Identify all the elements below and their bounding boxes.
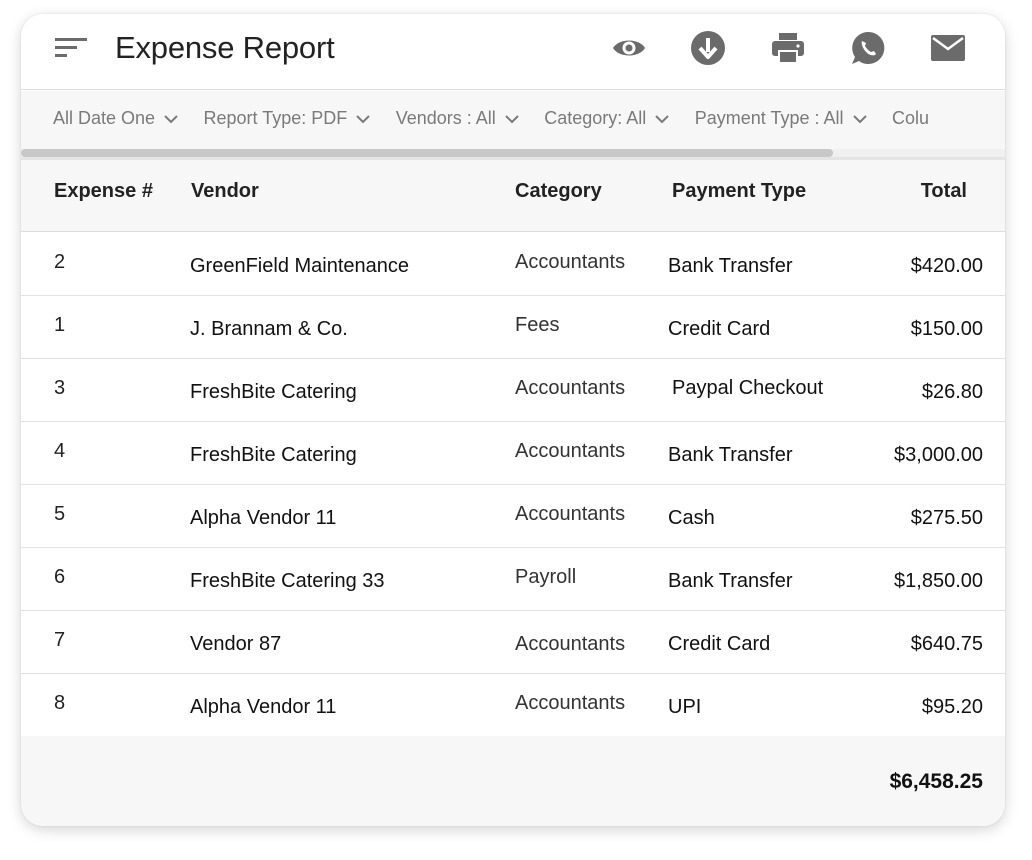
category: Accountants — [515, 440, 626, 462]
menu-icon[interactable] — [55, 36, 87, 60]
total: $26.80 — [921, 381, 983, 403]
print-icon[interactable] — [770, 30, 806, 66]
table-row[interactable]: 1 J. Brannam & Co. Fees Credit Card $150… — [21, 296, 1005, 359]
category: Fees — [515, 314, 560, 336]
vendor-name: FreshBite Catering — [190, 381, 357, 403]
payment-type: Bank Transfer — [668, 444, 793, 466]
payment-type: Bank Transfer — [668, 570, 793, 592]
vendor-name: GreenField Maintenance — [190, 255, 410, 277]
payment-type: Credit Card — [668, 318, 771, 340]
payment-type: Cash — [668, 507, 715, 529]
expense-number: 3 — [54, 377, 66, 399]
payment-type: Paypal Checkout — [672, 377, 824, 399]
total: $95.20 — [921, 696, 983, 718]
column-header-expense-number[interactable]: Expense # — [54, 180, 153, 203]
payment-type: UPI — [668, 696, 702, 718]
filter-columns[interactable]: Colu — [892, 108, 929, 129]
expense-number: 1 — [54, 314, 66, 336]
expense-number: 7 — [54, 629, 66, 651]
total: $150.00 — [910, 318, 983, 340]
table-row[interactable]: 4 FreshBite Catering Accountants Bank Tr… — [21, 422, 1005, 485]
category: Accountants — [515, 503, 626, 525]
chevron-down-icon — [655, 114, 670, 123]
column-header-payment-type[interactable]: Payment Type — [672, 180, 806, 203]
expense-number: 6 — [54, 566, 66, 588]
filter-payment-type-label: Payment Type : All — [694, 108, 844, 128]
category: Payroll — [515, 566, 577, 588]
expense-number: 8 — [54, 692, 66, 714]
horizontal-scrollbar-thumb[interactable] — [21, 149, 833, 157]
payment-type: Credit Card — [668, 633, 771, 655]
table-row[interactable]: 8 Alpha Vendor 11 Accountants UPI $95.20 — [21, 674, 1005, 737]
whatsapp-icon[interactable] — [850, 30, 886, 66]
chevron-down-icon — [505, 114, 519, 123]
chevron-down-icon — [164, 114, 178, 123]
expense-number: 5 — [54, 503, 66, 525]
filter-report-type-label: Report Type: PDF — [203, 108, 348, 128]
filter-payment-type[interactable]: Payment Type : All — [695, 108, 868, 129]
payment-type: Bank Transfer — [668, 255, 793, 277]
category: Accountants — [515, 377, 626, 399]
category: Accountants — [515, 251, 626, 273]
filter-category[interactable]: Category: All — [544, 108, 670, 129]
report-header: Expense Report — [21, 14, 1005, 90]
column-header-vendor[interactable]: Vendor — [191, 180, 259, 203]
column-header-category[interactable]: Category — [515, 180, 602, 203]
filter-list: All Date One Report Type: PDF Vendors : … — [53, 108, 949, 129]
filter-category-label: Category: All — [544, 108, 647, 128]
filter-date-label: All Date One — [53, 108, 156, 128]
filter-report-type[interactable]: Report Type: PDF — [204, 108, 372, 129]
total: $420.00 — [910, 255, 983, 277]
table-header: Expense # Vendor Category Payment Type T… — [21, 160, 1005, 232]
vendor-name: Alpha Vendor 11 — [190, 507, 337, 529]
vendor-name: FreshBite Catering — [190, 444, 357, 466]
download-icon[interactable] — [690, 30, 726, 66]
category: Accountants — [515, 692, 626, 714]
vendor-name: FreshBite Catering 33 — [190, 570, 385, 592]
mail-icon[interactable] — [930, 30, 966, 66]
total: $1,850.00 — [894, 570, 983, 592]
total: $3,000.00 — [894, 444, 983, 466]
page-title: Expense Report — [115, 30, 335, 65]
table-row[interactable]: 3 FreshBite Catering Accountants Paypal … — [21, 359, 1005, 422]
filter-bar: All Date One Report Type: PDF Vendors : … — [21, 91, 1005, 157]
chevron-down-icon — [852, 114, 867, 123]
table-footer: $6,458.25 — [21, 736, 1005, 826]
column-header-total[interactable]: Total — [921, 180, 967, 203]
table-row[interactable]: 7 Vendor 87 Accountants Credit Card $640… — [21, 611, 1005, 674]
expense-number: 4 — [54, 440, 66, 462]
table-row[interactable]: 6 FreshBite Catering 33 Payroll Bank Tra… — [21, 548, 1005, 611]
eye-icon[interactable] — [611, 30, 647, 66]
total: $640.75 — [910, 633, 983, 655]
filter-date[interactable]: All Date One — [53, 108, 179, 129]
table-row[interactable]: 5 Alpha Vendor 11 Accountants Cash $275.… — [21, 485, 1005, 548]
vendor-name: Alpha Vendor 11 — [190, 696, 337, 718]
table-row[interactable]: 2 GreenField Maintenance Accountants Ban… — [21, 233, 1005, 296]
grand-total: $6,458.25 — [889, 770, 983, 793]
vendor-name: J. Brannam & Co. — [190, 318, 348, 340]
vendor-name: Vendor 87 — [190, 633, 282, 655]
filter-vendors[interactable]: Vendors : All — [396, 108, 520, 129]
total: $275.50 — [910, 507, 983, 529]
chevron-down-icon — [356, 114, 370, 123]
category: Accountants — [515, 633, 626, 655]
expense-report-card: Expense Report All Date One Report Type:… — [21, 14, 1005, 826]
filter-columns-label: Colu — [891, 108, 929, 128]
expense-number: 2 — [54, 251, 66, 273]
filter-vendors-label: Vendors : All — [395, 108, 496, 128]
